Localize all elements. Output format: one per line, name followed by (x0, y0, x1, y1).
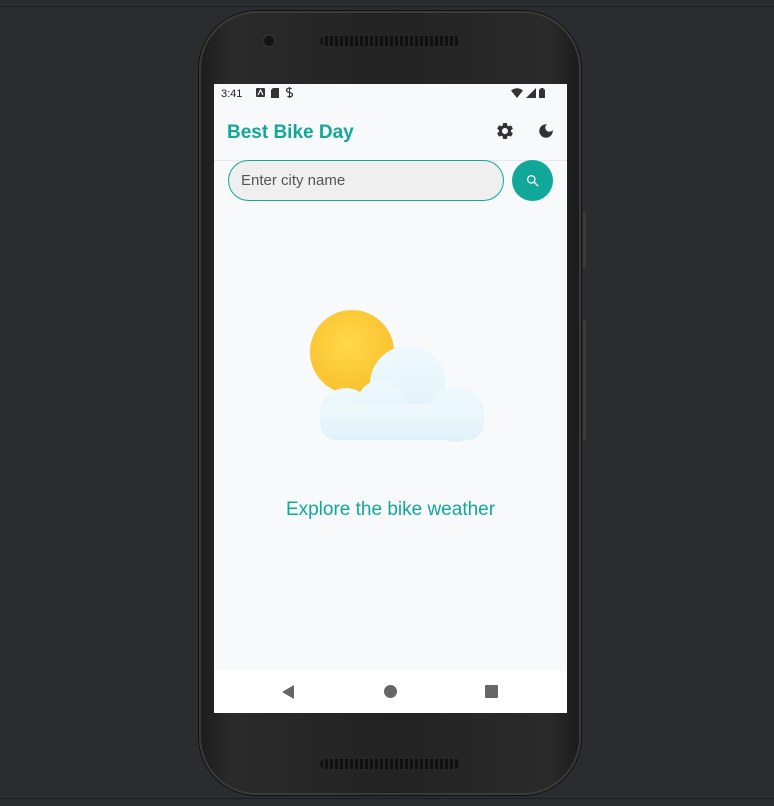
power-button (583, 320, 586, 440)
status-time: 3:41 (221, 88, 243, 100)
city-search-input[interactable] (228, 160, 504, 201)
front-camera (264, 36, 274, 46)
bottom-speaker (320, 759, 460, 769)
app-bar: Best Bike Day (214, 106, 567, 161)
app-notification-icon (256, 88, 265, 97)
gear-icon (497, 123, 513, 139)
recents-icon[interactable] (485, 685, 498, 698)
notification-icons (256, 87, 294, 98)
battery-icon (539, 88, 545, 98)
search-button[interactable] (512, 160, 553, 201)
system-status-icons (511, 88, 545, 98)
volume-button (583, 212, 586, 268)
top-speaker (320, 36, 460, 46)
empty-state-message: Explore the bike weather (285, 499, 496, 520)
settings-button[interactable] (492, 118, 518, 144)
window-bottom-divider (0, 798, 774, 799)
sd-card-icon (271, 87, 279, 98)
back-icon[interactable] (282, 685, 294, 699)
home-icon[interactable] (384, 685, 397, 698)
app-title: Best Bike Day (227, 122, 354, 143)
moon-icon (539, 124, 553, 138)
search-icon (526, 174, 539, 187)
window-top-divider (0, 6, 774, 7)
app-screen: 3:41 Best Bike Day Enter city name Explo… (214, 84, 567, 713)
sync-icon (285, 87, 294, 98)
wifi-icon (511, 88, 523, 98)
status-bar: 3:41 (214, 84, 567, 106)
signal-icon (526, 88, 536, 98)
dark-mode-toggle[interactable] (533, 118, 559, 144)
sun-cloud-illustration (310, 310, 484, 442)
system-navigation-bar (214, 671, 567, 713)
